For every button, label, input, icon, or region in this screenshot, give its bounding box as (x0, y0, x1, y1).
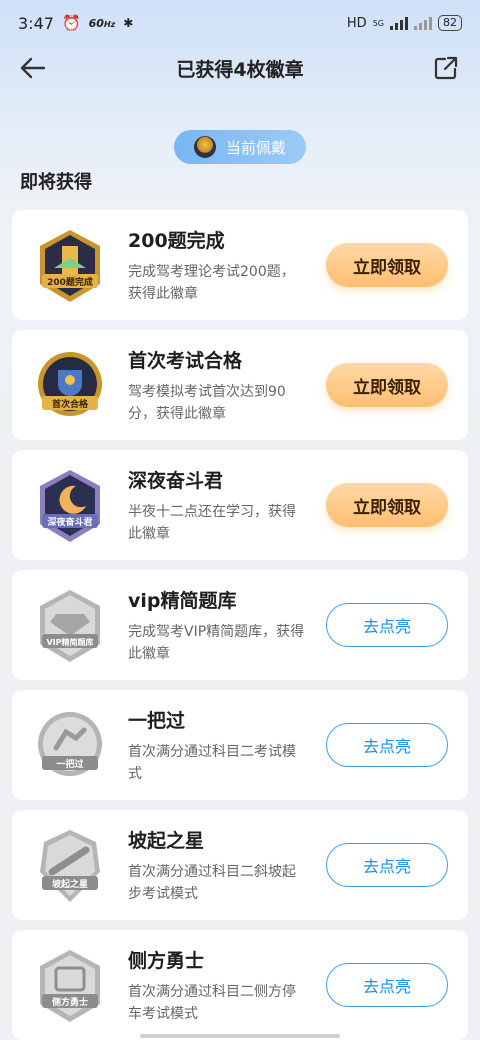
badge-info: 200题完成 完成驾考理论考试200题，获得此徽章 (128, 226, 308, 305)
claim-button[interactable]: 立即领取 (326, 243, 448, 287)
badge-name: 200题完成 (128, 230, 225, 252)
claim-button[interactable]: 立即领取 (326, 363, 448, 407)
signal-icon-2 (414, 16, 432, 30)
badge-name: 一把过 (128, 710, 186, 732)
bluetooth-icon: ✱ (123, 16, 134, 30)
light-up-button[interactable]: 去点亮 (326, 723, 448, 767)
refresh-rate-value: 60 (88, 16, 104, 30)
badge-name: 坡起之星 (128, 830, 205, 852)
badge-vip-text: VIP精简题库 (46, 637, 93, 647)
badge-night-icon: 深夜奋斗君 (32, 468, 108, 544)
badge-name: vip精简题库 (128, 590, 237, 612)
page-header: 已获得4枚徽章 (0, 46, 480, 90)
light-up-button[interactable]: 去点亮 (326, 603, 448, 647)
badge-vip-icon: VIP精简题库 (32, 588, 108, 664)
share-icon[interactable] (432, 54, 460, 82)
badge-card: 首次合格 首次考试合格 驾考模拟考试首次达到90分，获得此徽章 立即领取 (12, 330, 468, 440)
badge-info: 一把过 首次满分通过科目二考试模式 (128, 706, 308, 785)
current-wearing-button[interactable]: 当前佩戴 (174, 130, 306, 164)
badge-first-pass-text: 首次合格 (52, 398, 89, 410)
badge-200-text: 200题完成 (47, 276, 93, 288)
badge-list: 200题完成 200题完成 完成驾考理论考试200题，获得此徽章 立即领取 首次… (12, 210, 468, 1040)
badge-desc: 驾考模拟考试首次达到90分，获得此徽章 (128, 384, 286, 422)
badge-side-park-text: 侧方勇士 (52, 996, 88, 1008)
badge-name: 侧方勇士 (128, 950, 205, 972)
light-up-button[interactable]: 去点亮 (326, 963, 448, 1007)
badge-info: 坡起之星 首次满分通过科目二斜坡起步考试模式 (128, 826, 308, 905)
badge-desc: 半夜十二点还在学习，获得此徽章 (128, 504, 296, 542)
badge-info: 侧方勇士 首次满分通过科目二侧方停车考试模式 (128, 946, 308, 1025)
badge-info: 首次考试合格 驾考模拟考试首次达到90分，获得此徽章 (128, 346, 308, 425)
current-badge-icon (193, 136, 216, 158)
badge-first-pass-icon: 首次合格 (32, 348, 108, 424)
badge-hill-start-text: 坡起之星 (52, 878, 88, 890)
status-left: 3:47 ⏰ 60Hz ✱ (18, 14, 133, 33)
status-bar: 3:47 ⏰ 60Hz ✱ HD 5G 82 (0, 0, 480, 46)
badge-desc: 首次满分通过科目二侧方停车考试模式 (128, 984, 296, 1022)
status-time: 3:47 (18, 13, 54, 33)
badge-desc: 首次满分通过科目二考试模式 (128, 744, 296, 782)
net-type: 5G (372, 18, 384, 28)
badge-one-pass-text: 一把过 (56, 758, 83, 770)
home-indicator[interactable] (140, 1034, 340, 1038)
back-icon[interactable] (18, 54, 48, 82)
badge-card: 坡起之星 坡起之星 首次满分通过科目二斜坡起步考试模式 去点亮 (12, 810, 468, 920)
current-wearing-label: 当前佩戴 (225, 138, 286, 157)
badge-desc: 完成驾考VIP精简题库，获得此徽章 (128, 624, 305, 662)
network-hd: HD (346, 15, 367, 31)
badge-desc: 首次满分通过科目二斜坡起步考试模式 (128, 864, 296, 902)
badge-card: 一把过 一把过 首次满分通过科目二考试模式 去点亮 (12, 690, 468, 800)
page-title: 已获得4枚徽章 (176, 58, 304, 81)
alarm-icon: ⏰ (61, 14, 81, 32)
status-right: HD 5G 82 (347, 15, 462, 31)
badge-card: VIP精简题库 vip精简题库 完成驾考VIP精简题库，获得此徽章 去点亮 (12, 570, 468, 680)
refresh-rate-unit: Hz (103, 19, 116, 29)
badge-200-icon: 200题完成 (32, 228, 108, 304)
badge-side-park-icon: 侧方勇士 (32, 948, 108, 1024)
claim-button[interactable]: 立即领取 (326, 483, 448, 527)
badge-name: 首次考试合格 (128, 350, 243, 372)
section-title: 即将获得 (20, 172, 92, 193)
refresh-rate: 60Hz (89, 17, 116, 30)
badge-name: 深夜奋斗君 (128, 470, 224, 492)
badge-card: 200题完成 200题完成 完成驾考理论考试200题，获得此徽章 立即领取 (12, 210, 468, 320)
signal-icon (390, 16, 408, 30)
badge-info: 深夜奋斗君 半夜十二点还在学习，获得此徽章 (128, 466, 308, 545)
badge-hill-start-icon: 坡起之星 (32, 828, 108, 904)
light-up-button[interactable]: 去点亮 (326, 843, 448, 887)
badge-one-pass-icon: 一把过 (32, 708, 108, 784)
battery-icon: 82 (438, 15, 462, 31)
badge-night-text: 深夜奋斗君 (47, 516, 92, 528)
badge-info: vip精简题库 完成驾考VIP精简题库，获得此徽章 (128, 586, 308, 665)
badge-card: 深夜奋斗君 深夜奋斗君 半夜十二点还在学习，获得此徽章 立即领取 (12, 450, 468, 560)
badge-desc: 完成驾考理论考试200题，获得此徽章 (128, 264, 295, 302)
badge-card: 侧方勇士 侧方勇士 首次满分通过科目二侧方停车考试模式 去点亮 (12, 930, 468, 1040)
